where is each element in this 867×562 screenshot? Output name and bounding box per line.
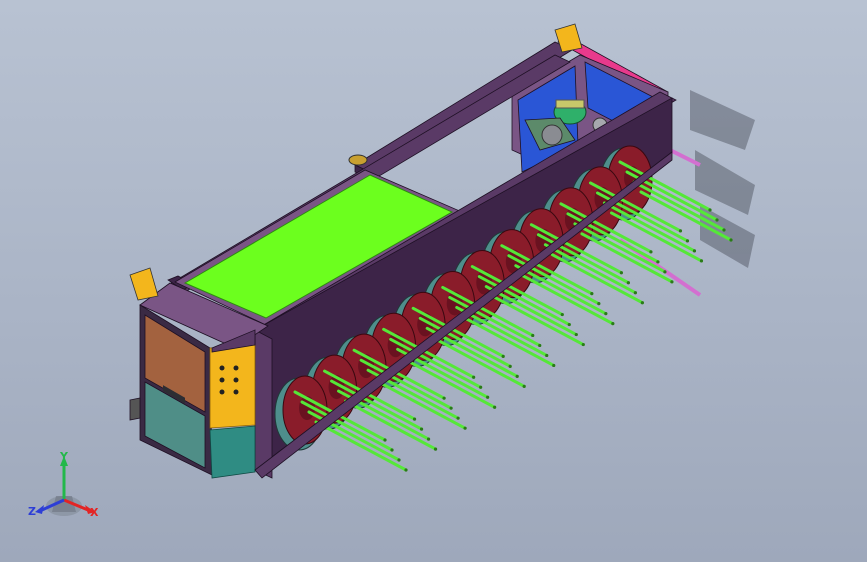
front-post: [254, 329, 273, 479]
rod-tip: [692, 249, 697, 253]
rod-tip: [456, 416, 460, 420]
rod-tip: [493, 405, 497, 409]
rod-tip: [729, 238, 733, 242]
z-axis-label: Z: [28, 505, 36, 518]
cad-viewport[interactable]: Y X Z: [0, 0, 867, 562]
rod-tip: [597, 302, 601, 306]
control-button: [219, 389, 225, 395]
rod-tip: [715, 218, 719, 222]
rod-tip: [531, 333, 535, 338]
rod-tip: [383, 438, 387, 442]
rod-tip: [699, 259, 704, 263]
rod-tip: [560, 312, 564, 317]
rod-tip: [501, 354, 505, 358]
rod-tip: [611, 322, 615, 326]
rod-tip: [412, 417, 417, 421]
rod-tip: [581, 342, 585, 347]
teal-control-panel: [209, 425, 256, 479]
rod-tip: [479, 385, 483, 389]
motor-cap: [555, 99, 585, 109]
green-rod: [514, 264, 608, 316]
rod-tip: [604, 312, 608, 316]
rod-tip: [538, 343, 542, 348]
axis-triad: Y X Z: [28, 450, 99, 519]
rod-tip: [678, 229, 683, 233]
rod-tip: [567, 322, 571, 327]
rod-tip: [574, 332, 578, 337]
rod-tip: [626, 281, 630, 285]
rod-tip: [552, 363, 556, 368]
green-rod: [314, 420, 408, 472]
rod-tip: [433, 447, 438, 451]
green-rod: [602, 201, 696, 253]
rod-tip: [656, 260, 660, 264]
rod-tip: [426, 437, 431, 441]
rod-tip: [633, 291, 637, 295]
gear-wheel: [541, 124, 563, 146]
y-axis-label: Y: [59, 450, 69, 463]
rod-tip: [463, 426, 467, 430]
left-bottom-bracket: [129, 397, 141, 421]
machine-shadow: [690, 90, 755, 268]
cad-model-view[interactable]: Y X Z: [0, 0, 867, 562]
rod-tip: [663, 270, 667, 274]
rod-tip: [419, 427, 424, 431]
rod-tip: [708, 208, 712, 212]
control-button: [233, 365, 239, 371]
rod-tip: [397, 458, 401, 462]
yellow-control-panel: [209, 344, 256, 429]
z-axis-arrow: [35, 505, 44, 514]
rod-tip: [619, 271, 623, 275]
rod-tip: [472, 375, 476, 379]
rod-tip: [685, 239, 690, 243]
rod-tip: [640, 301, 644, 305]
rod-tip: [590, 292, 594, 296]
top-knob: [348, 154, 368, 166]
rod-tip: [515, 374, 519, 378]
control-button: [219, 365, 225, 371]
rod-tip: [545, 353, 549, 358]
rod-tip: [442, 396, 446, 400]
rod-tip: [522, 384, 526, 388]
rod-tip: [449, 406, 453, 410]
rod-tip: [390, 448, 394, 452]
green-rod: [573, 222, 667, 274]
rod-tip: [649, 250, 653, 254]
rod-tip: [670, 280, 674, 284]
green-rod: [543, 243, 637, 295]
x-axis-label: X: [90, 506, 99, 519]
control-button: [219, 377, 225, 383]
rod-tip: [722, 228, 726, 232]
rod-tip: [508, 364, 512, 368]
machine-assembly[interactable]: [129, 23, 755, 479]
control-button: [233, 377, 239, 383]
rod-tip: [404, 468, 408, 472]
control-button: [233, 389, 239, 395]
rod-tip: [486, 395, 490, 399]
left-top-bracket: [129, 267, 159, 301]
shadow-blob: [690, 90, 755, 150]
